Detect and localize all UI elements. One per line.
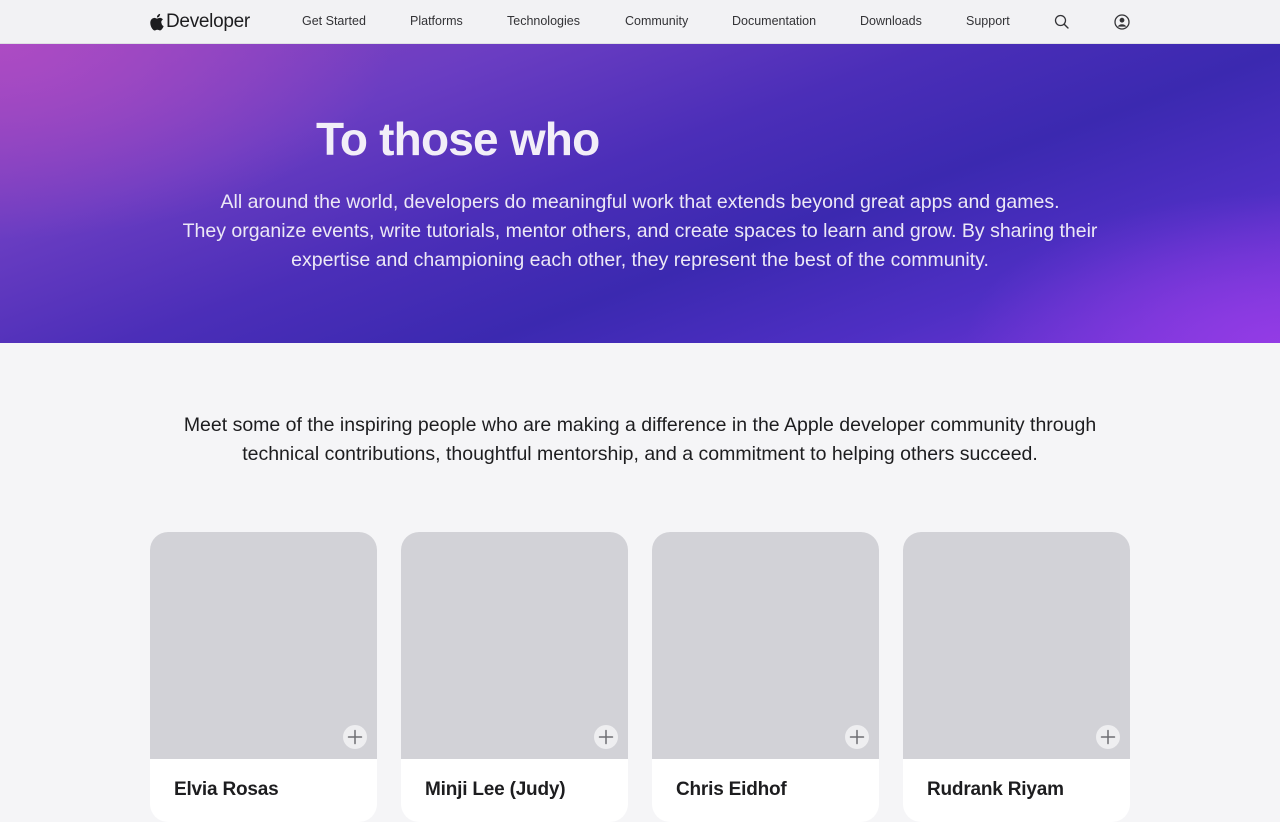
nav-item-community[interactable]: Community — [625, 14, 688, 28]
plus-icon[interactable] — [845, 725, 869, 749]
nav-item-support[interactable]: Support — [966, 14, 1010, 28]
intro-paragraph: Meet some of the inspiring people who ar… — [140, 411, 1140, 469]
profile-card[interactable]: Rudrank Riyam — [903, 532, 1130, 822]
hero-banner: To those who All around the world, devel… — [0, 44, 1280, 343]
plus-icon[interactable] — [594, 725, 618, 749]
intro-line: Meet some of the inspiring people who ar… — [183, 414, 1097, 436]
developer-wordmark: Developer — [166, 11, 250, 32]
nav-item-technologies[interactable]: Technologies — [507, 14, 580, 28]
plus-icon[interactable] — [343, 725, 367, 749]
nav-item-documentation[interactable]: Documentation — [732, 14, 816, 28]
nav-item-platforms[interactable]: Platforms — [410, 14, 463, 28]
apple-logo-icon — [150, 13, 166, 31]
profile-card[interactable]: Elvia Rosas — [150, 532, 377, 822]
developer-home-link[interactable]: Developer — [150, 10, 250, 34]
search-icon[interactable] — [1053, 13, 1071, 31]
hero-line: All around the world, developers do mean… — [220, 191, 1060, 213]
profile-card[interactable]: Chris Eidhof — [652, 532, 879, 822]
hero-description: All around the world, developers do mean… — [140, 188, 1140, 275]
hero-line: expertise and championing each other, th… — [291, 249, 989, 271]
global-nav: Developer Get Started Platforms Technolo… — [0, 0, 1280, 44]
account-icon[interactable] — [1113, 13, 1131, 31]
hero-title: To those who — [316, 113, 600, 165]
profile-name: Minji Lee (Judy) — [425, 779, 566, 800]
profile-card[interactable]: Minji Lee (Judy) — [401, 532, 628, 822]
nav-item-get-started[interactable]: Get Started — [302, 14, 366, 28]
profile-name: Chris Eidhof — [676, 779, 787, 800]
nav-item-downloads[interactable]: Downloads — [860, 14, 922, 28]
profile-name: Rudrank Riyam — [927, 779, 1064, 800]
intro-line: technical contributions, thoughtful ment… — [242, 443, 1038, 465]
plus-icon[interactable] — [1096, 725, 1120, 749]
profile-name: Elvia Rosas — [174, 779, 279, 800]
hero-line: They organize events, write tutorials, m… — [182, 220, 1098, 242]
